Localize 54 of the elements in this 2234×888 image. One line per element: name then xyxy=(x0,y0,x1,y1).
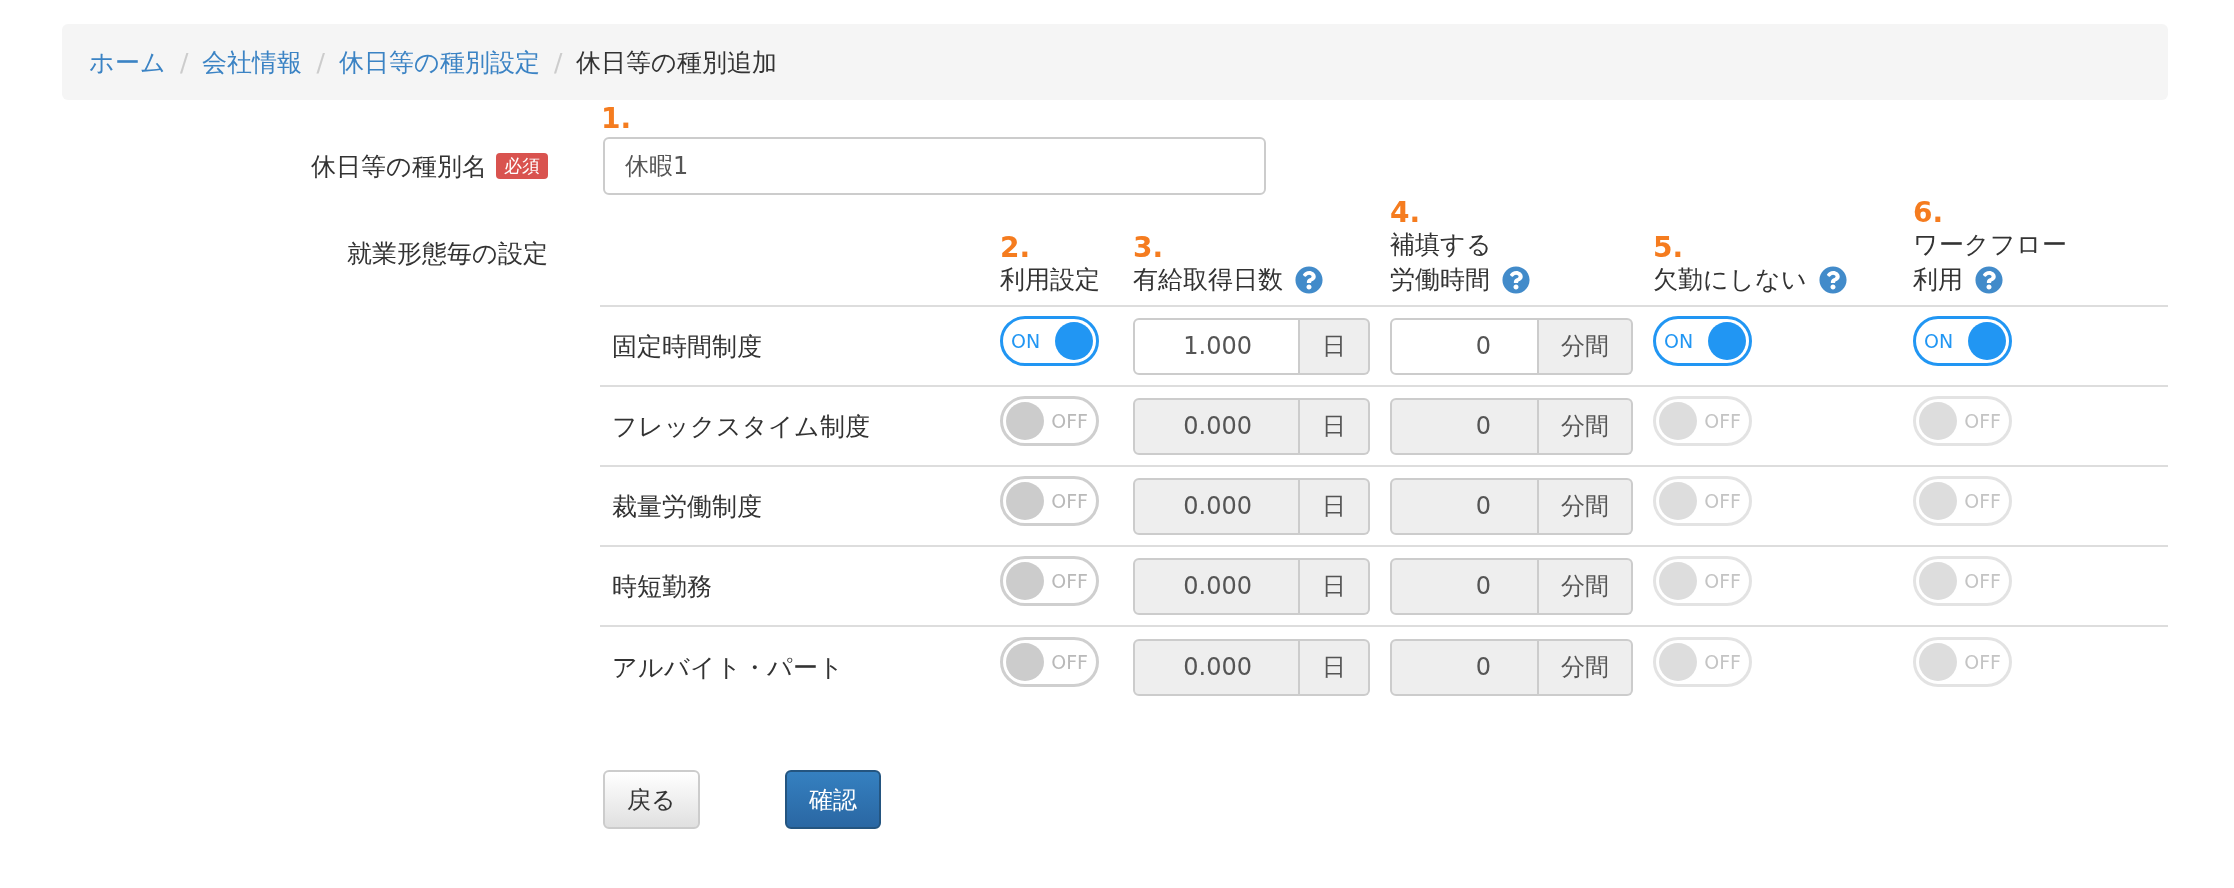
number-input[interactable]: 1.000 xyxy=(1133,317,1300,375)
toggle-switch[interactable]: ON xyxy=(1913,316,2012,366)
row-label: 時短勤務 xyxy=(611,570,712,603)
step-number: 2. xyxy=(1000,234,1031,262)
unit-addon: 分間 xyxy=(1539,397,1633,455)
step-number: 6. xyxy=(1913,199,1944,227)
section-label: 就業形態毎の設定 xyxy=(347,238,548,270)
breadcrumb-separator: / xyxy=(179,47,190,77)
current-page-label: 休日等の種別追加 xyxy=(576,46,778,79)
row-label: アルバイト・パート xyxy=(611,651,844,684)
toggle-switch[interactable]: OFF xyxy=(1000,637,1099,687)
toggle-switch[interactable]: OFF xyxy=(1000,556,1099,606)
step-number: 3. xyxy=(1133,234,1164,262)
breadcrumb-link[interactable]: 会社情報 xyxy=(202,45,303,79)
unit-addon: 分間 xyxy=(1539,557,1633,615)
breadcrumb-separator: / xyxy=(315,47,326,77)
column-header: 労働時間 xyxy=(1390,264,1490,296)
name-input[interactable]: 休暇1 xyxy=(603,137,1266,195)
breadcrumb-link[interactable]: 休日等の種別設定 xyxy=(338,45,540,79)
toggle-switch[interactable]: ON xyxy=(1000,316,1099,366)
step-number: 4. xyxy=(1390,199,1421,227)
field-label: 休日等の種別名 xyxy=(311,150,487,183)
toggle-switch[interactable]: ON xyxy=(1653,316,1752,366)
back-button[interactable]: 戻る xyxy=(603,770,700,829)
column-header: ワークフロー xyxy=(1913,229,2067,261)
breadcrumb-separator: / xyxy=(552,47,564,77)
toggle-switch[interactable]: OFF xyxy=(1000,396,1099,446)
toggle-switch[interactable]: OFF xyxy=(1000,476,1099,526)
unit-addon: 日 xyxy=(1300,638,1370,696)
row-label: 固定時間制度 xyxy=(611,330,762,363)
unit-addon: 分間 xyxy=(1539,317,1633,375)
step-number: 5. xyxy=(1653,234,1684,262)
number-input[interactable]: 0 xyxy=(1390,317,1539,375)
help-icon[interactable] xyxy=(1819,265,1847,294)
column-header: 有給取得日数 xyxy=(1133,264,1283,296)
help-icon[interactable] xyxy=(1295,265,1323,294)
column-header: 利用 xyxy=(1913,264,1963,296)
confirm-button[interactable]: 確認 xyxy=(785,770,881,829)
breadcrumb-link[interactable]: ホーム xyxy=(89,45,166,79)
unit-addon: 日 xyxy=(1300,557,1370,615)
help-icon[interactable] xyxy=(1975,265,2003,294)
row-label: フレックスタイム制度 xyxy=(611,410,870,443)
column-header: 欠勤にしない xyxy=(1653,264,1807,296)
unit-addon: 分間 xyxy=(1539,638,1633,696)
row-label: 裁量労働制度 xyxy=(611,490,762,523)
step-number: 1. xyxy=(601,104,632,134)
help-icon[interactable] xyxy=(1502,265,1530,294)
column-header: 利用設定 xyxy=(1000,264,1100,296)
column-header: 補填する xyxy=(1390,229,1492,261)
unit-addon: 分間 xyxy=(1539,477,1633,535)
required-badge: 必須 xyxy=(496,153,548,179)
unit-addon: 日 xyxy=(1300,397,1370,455)
unit-addon: 日 xyxy=(1300,317,1370,375)
unit-addon: 日 xyxy=(1300,477,1370,535)
